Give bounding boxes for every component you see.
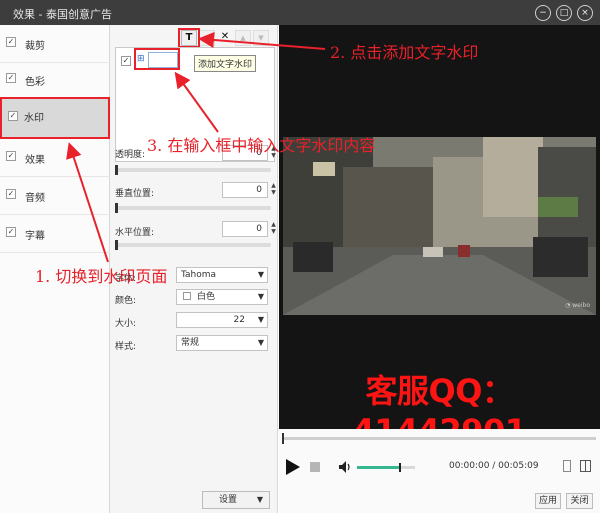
annotation-arrows bbox=[66, 31, 326, 263]
arrow-step1 bbox=[66, 142, 109, 263]
arrow-step3 bbox=[174, 71, 219, 133]
arrow-step2 bbox=[198, 31, 326, 50]
